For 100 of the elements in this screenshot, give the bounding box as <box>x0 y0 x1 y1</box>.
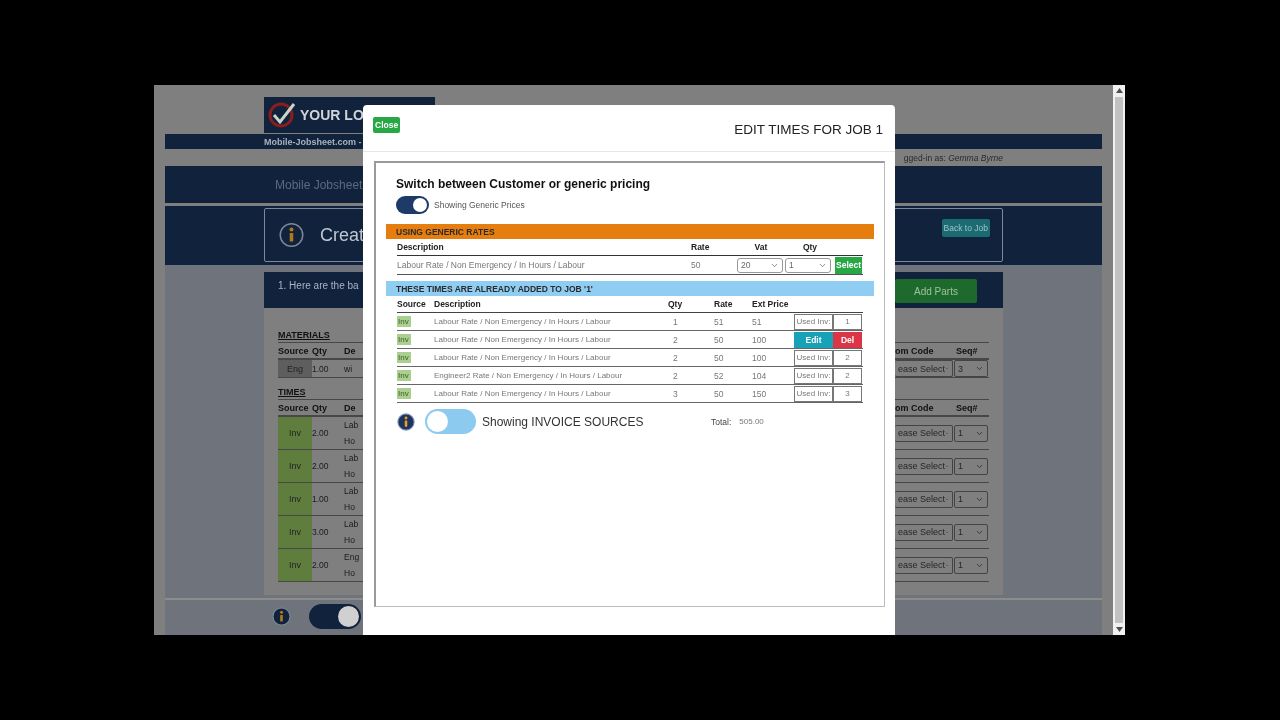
source-cell: Inv <box>278 516 312 548</box>
table-cell: 51 <box>752 316 762 327</box>
table-cell-text: 2.00 <box>312 427 330 439</box>
panel-heading: 1. Here are the ba <box>277 279 360 291</box>
used-invoice-label: Used Inv: <box>794 367 833 384</box>
table-cell: Labour Rate / Non Emergency / In Hours / Labour <box>434 353 611 362</box>
column-header: Qty <box>668 299 683 309</box>
table-cell: 104 <box>752 370 767 381</box>
column-header: Qty <box>802 242 818 252</box>
table-cell-text: 3 <box>672 388 678 399</box>
source-badge: Inv <box>397 352 411 363</box>
toggle-switch[interactable] <box>309 604 361 629</box>
table-cell: 50 <box>714 334 724 345</box>
table-cell: 50 <box>714 352 724 363</box>
toggle-switch[interactable] <box>425 409 476 434</box>
total-label: Total: <box>711 416 732 427</box>
table-cell-text: 2 <box>672 334 678 345</box>
column-header: Qty <box>312 402 328 413</box>
nav-title: Mobile Jobsheet <box>274 177 363 192</box>
section-title: TIMES <box>278 387 307 399</box>
column-header: De <box>344 345 357 356</box>
column-header: Rate <box>714 299 733 309</box>
page-title: Creat <box>320 224 364 246</box>
table-cell-text: Lab Ho <box>344 452 360 481</box>
column-header: Rate <box>691 242 710 252</box>
dropdown[interactable]: 1 <box>954 490 988 508</box>
table-cell-text: 1.00 <box>312 362 330 375</box>
table-cell: Labour Rate / Non Emergency / In Hours / Labour <box>397 260 585 270</box>
column-header: Description <box>434 299 481 309</box>
section-banner: USING GENERIC RATES <box>386 224 874 239</box>
source-cell: Inv <box>278 483 312 515</box>
source-cell: Inv <box>278 549 312 581</box>
sequence-field[interactable]: 2 <box>833 349 862 366</box>
section-banner: THESE TIMES ARE ALREADY ADDED TO JOB '1' <box>386 281 874 296</box>
column-header: Source <box>278 402 310 413</box>
table-cell-text: 2 <box>672 370 678 381</box>
table-cell: 100 <box>752 352 767 363</box>
source-badge: Inv <box>397 370 411 381</box>
dropdown[interactable]: 3 <box>954 360 988 377</box>
table-cell-text: wi <box>344 362 354 376</box>
logo-text: YOUR LO <box>300 107 364 123</box>
column-header: om Code <box>895 402 934 413</box>
logged-in-text: gged-in as: Gemma Byrne <box>903 152 1003 163</box>
column-header: Source <box>397 299 426 309</box>
table-cell-text: 1 <box>672 316 678 327</box>
table-cell-text: 1.00 <box>312 493 330 505</box>
delete-button[interactable]: Del <box>833 331 862 348</box>
section-title: MATERIALS <box>278 330 331 342</box>
used-invoice-label: Used Inv: <box>794 385 833 402</box>
toggle-label: Showing INVOICE SOURCES <box>482 414 645 429</box>
scroll-down-icon[interactable] <box>1115 627 1123 632</box>
dropdown[interactable]: 1 <box>954 424 988 442</box>
column-header: Qty <box>312 345 328 356</box>
column-header: Seq# <box>955 402 979 413</box>
table-cell: 51 <box>714 316 724 327</box>
check-logo-icon <box>267 100 297 130</box>
qty-dropdown[interactable]: 1 <box>785 257 831 273</box>
table-cell: Engineer2 Rate / Non Emergency / In Hours / Labour <box>434 371 623 380</box>
scrollbar[interactable] <box>1113 85 1125 635</box>
dropdown[interactable]: 1 <box>954 556 988 574</box>
table-cell: 150 <box>752 388 767 399</box>
table-cell-text: Lab Ho <box>344 419 360 448</box>
scrollbar-thumb[interactable] <box>1115 97 1123 623</box>
source-cell: Inv <box>278 417 312 449</box>
table-cell: 100 <box>752 334 767 345</box>
dropdown[interactable]: 1 <box>954 457 988 475</box>
table-cell: Labour Rate / Non Emergency / In Hours / Labour <box>434 389 611 398</box>
select-button[interactable]: Select <box>835 256 862 274</box>
vat-dropdown[interactable]: 20 <box>737 257 783 273</box>
info-icon[interactable] <box>397 412 415 431</box>
edit-button[interactable]: Edit <box>794 331 833 348</box>
sequence-field[interactable]: 1 <box>833 313 862 330</box>
table-cell-text: Lab Ho <box>344 518 360 547</box>
source-badge: Inv <box>397 316 411 327</box>
sequence-field[interactable]: 2 <box>833 367 862 384</box>
dropdown[interactable]: 1 <box>954 523 988 541</box>
scroll-up-icon[interactable] <box>1115 88 1123 93</box>
modal-title: EDIT TIMES FOR JOB 1 <box>734 122 883 137</box>
table-cell-text: 3.00 <box>312 526 330 538</box>
add-parts-button[interactable]: Add Parts <box>895 279 977 303</box>
total-value: 505.00 <box>739 417 764 426</box>
toggle-switch[interactable] <box>396 196 429 214</box>
table-cell: 52 <box>714 370 724 381</box>
source-cell: Inv <box>278 450 312 482</box>
source-badge: Inv <box>397 388 411 399</box>
close-button[interactable]: Close <box>373 117 401 133</box>
toggle-label: Showing Generic Prices <box>434 200 525 210</box>
site-name: Mobile-Jobsheet.com - <box>264 136 363 147</box>
column-header: Seq# <box>955 345 979 356</box>
used-invoice-label: Used Inv: <box>794 313 833 330</box>
column-header: Vat <box>754 242 768 252</box>
column-header: Ext Price <box>752 299 789 309</box>
column-header: om Code <box>895 345 934 356</box>
table-cell: 50 <box>714 388 724 399</box>
back-button[interactable]: Back to Job <box>941 219 990 237</box>
sequence-field[interactable]: 3 <box>833 385 862 402</box>
column-header: Source <box>278 345 310 356</box>
source-badge: Inv <box>397 334 411 345</box>
table-cell-text: Lab Ho <box>344 485 360 514</box>
table-cell-text: 2.00 <box>312 559 330 571</box>
